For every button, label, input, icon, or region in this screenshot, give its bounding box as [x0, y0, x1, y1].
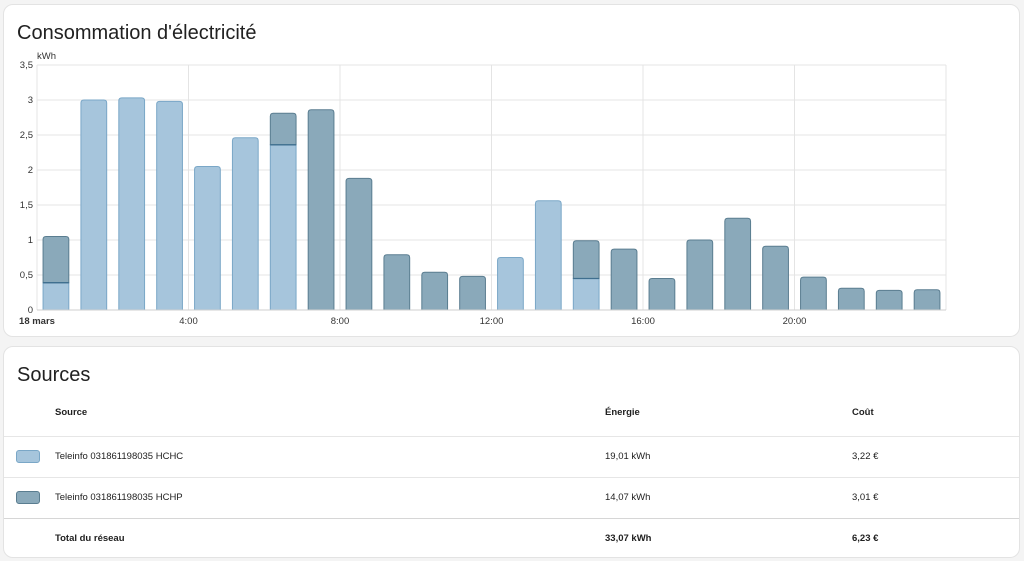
row-cost: 3,01 € [852, 492, 879, 503]
row-source-name: Teleinfo 031861198035 HCHC [55, 451, 184, 462]
total-label: Total du réseau [55, 533, 125, 544]
row-energy: 14,07 kWh [605, 492, 651, 503]
bar-hchc[interactable] [194, 166, 221, 311]
x-tick-label: 18 mars [19, 316, 55, 327]
y-tick-label: 2 [28, 165, 33, 176]
y-tick-label: 3 [28, 95, 33, 106]
bar-hchc[interactable] [534, 200, 562, 311]
bar-hchc[interactable] [118, 97, 146, 311]
bar-hchp[interactable] [572, 240, 600, 279]
table-row[interactable]: Teleinfo 031861198035 HCHP 14,07 kWh 3,0… [4, 478, 1019, 518]
energy-usage-card: Consommation d'électricité 0 0,5 1 1,5 2 2,5 3… [3, 4, 1020, 337]
header-cost[interactable]: Coût [852, 393, 874, 433]
x-tick-label: 8:00 [331, 316, 350, 327]
bar-hchp[interactable] [345, 177, 373, 311]
row-cost: 3,22 € [852, 451, 879, 462]
hchc-color-swatch [16, 450, 40, 463]
y-tick-label: 1 [28, 235, 33, 246]
bar-hchp[interactable] [800, 276, 827, 311]
bar-hchp[interactable] [913, 289, 941, 311]
hchp-color-swatch [16, 491, 40, 504]
x-tick-label: 20:00 [783, 316, 807, 327]
bar-hchp[interactable] [459, 275, 486, 311]
bar-hchc[interactable] [269, 144, 297, 311]
y-tick-label: 3,5 [20, 60, 33, 71]
row-source-name: Teleinfo 031861198035 HCHP [55, 492, 183, 503]
bar-hchc[interactable] [80, 99, 108, 311]
bar-hchp[interactable] [383, 254, 411, 311]
y-tick-label: 2,5 [20, 130, 33, 141]
y-tick-label: 0,5 [20, 270, 33, 281]
sources-card-title: Sources [17, 364, 91, 386]
y-tick-label: 0 [28, 305, 33, 316]
energy-bar-chart[interactable]: 0 0,5 1 1,5 2 2,5 3 3,5 kWh 18 mars 4:00 8:00 12:00 1… [4, 5, 1019, 336]
table-header-row: Source Énergie Coût [4, 393, 1019, 433]
bar-hchp[interactable] [686, 239, 714, 311]
bar-hchc[interactable] [156, 100, 183, 311]
bar-hchc[interactable] [497, 257, 524, 311]
y-tick-label: 1,5 [20, 200, 33, 211]
bar-hchp[interactable] [837, 287, 865, 311]
total-energy: 33,07 kWh [605, 533, 652, 544]
bar-hchp[interactable] [307, 109, 335, 311]
y-axis-unit: kWh [37, 51, 56, 62]
x-tick-label: 16:00 [631, 316, 655, 327]
header-energy[interactable]: Énergie [605, 393, 640, 433]
x-tick-label: 12:00 [480, 316, 504, 327]
bar-hchp[interactable] [421, 271, 449, 311]
total-row: Total du réseau 33,07 kWh 6,23 € [4, 519, 1019, 559]
x-tick-label: 4:00 [179, 316, 198, 327]
row-energy: 19,01 kWh [605, 451, 651, 462]
bar-hchp[interactable] [724, 217, 752, 311]
bar-hchp[interactable] [42, 236, 70, 284]
header-source[interactable]: Source [55, 393, 87, 433]
bar-hchp[interactable] [762, 245, 789, 311]
sources-card: Sources Source Énergie Coût Teleinfo 031… [3, 346, 1020, 558]
table-row[interactable]: Teleinfo 031861198035 HCHC 19,01 kWh 3,2… [4, 437, 1019, 477]
bar-hchp[interactable] [648, 278, 676, 311]
bar-hchc[interactable] [231, 137, 259, 311]
bar-hchp[interactable] [610, 248, 638, 311]
bar-hchc[interactable] [572, 278, 600, 311]
bar-hchp[interactable] [875, 289, 903, 311]
bar-hchc[interactable] [42, 282, 70, 311]
total-cost: 6,23 € [852, 533, 879, 544]
bar-hchp[interactable] [269, 112, 297, 146]
